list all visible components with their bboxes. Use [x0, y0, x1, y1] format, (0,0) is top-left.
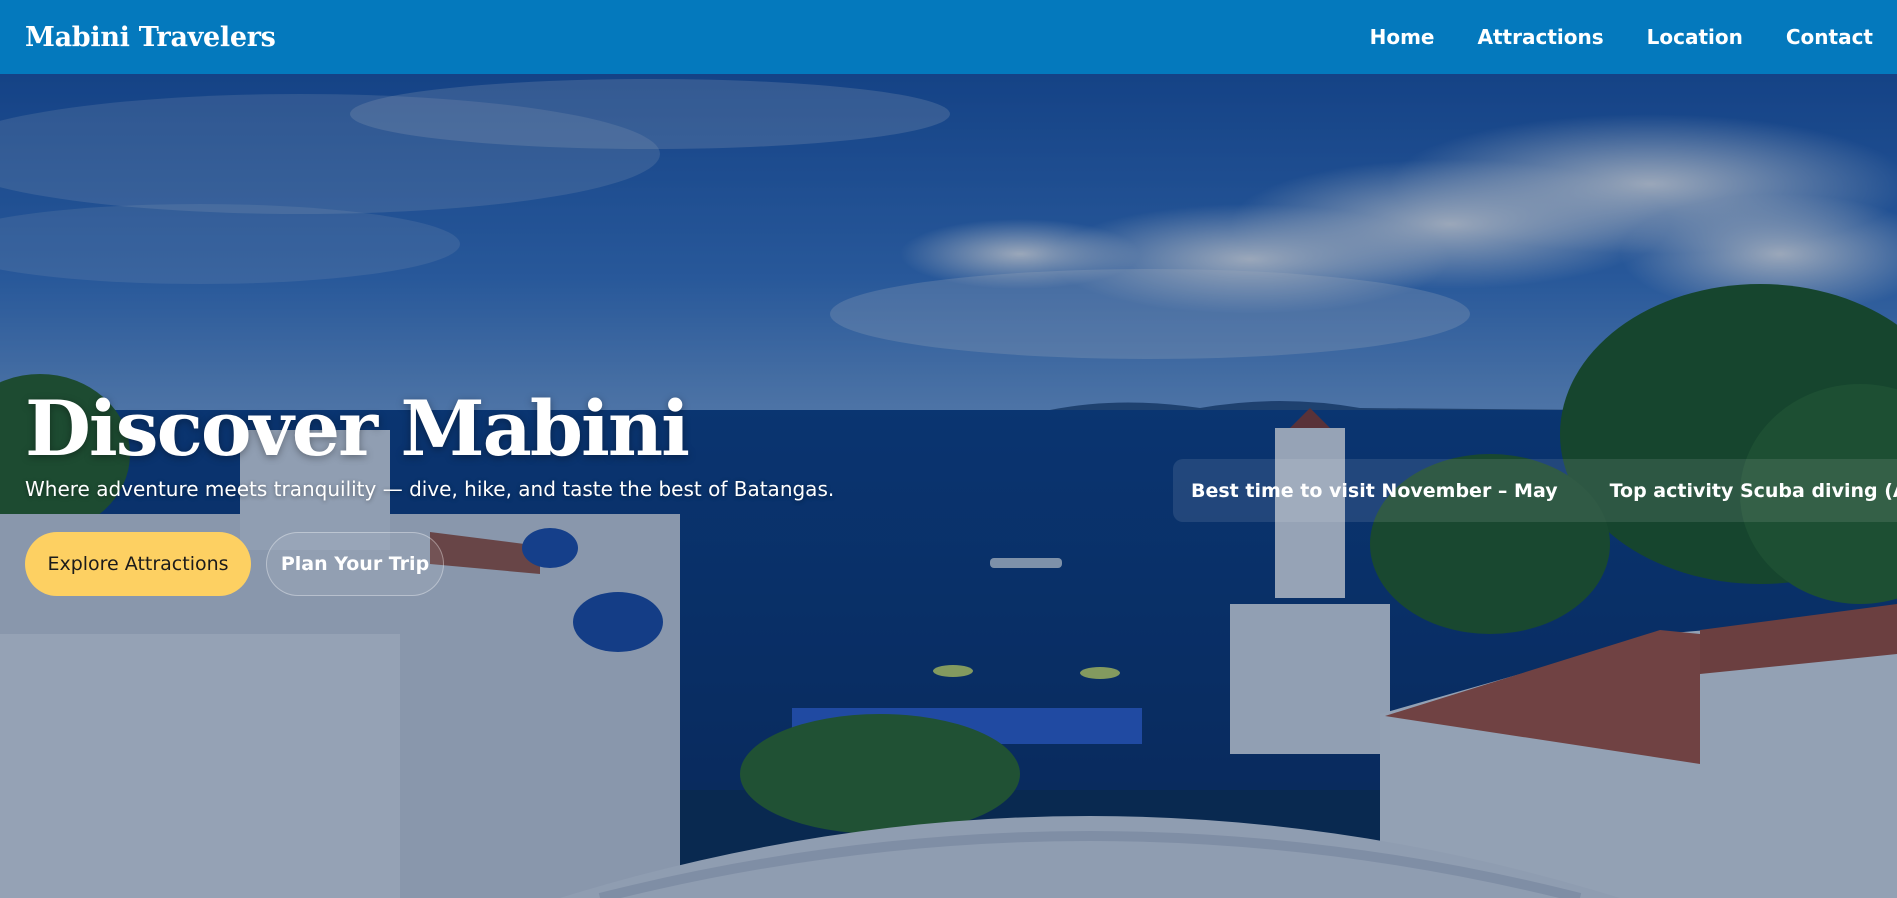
highlight-best-time: Best time to visit November – May: [1191, 479, 1558, 502]
site-header: Mabini Travelers Home Attractions Locati…: [0, 0, 1897, 74]
brand-logo[interactable]: Mabini Travelers: [25, 22, 276, 53]
nav-contact[interactable]: Contact: [1786, 25, 1873, 49]
main-nav: Home Attractions Location Contact: [1370, 25, 1873, 49]
hero-section: Discover Mabini Where adventure meets tr…: [0, 74, 1897, 898]
hero-subtitle: Where adventure meets tranquility — dive…: [25, 477, 835, 501]
plan-trip-button[interactable]: Plan Your Trip: [266, 532, 444, 596]
highlight-top-activity: Top activity Scuba diving (Anilao): [1609, 479, 1897, 502]
highlights-strip: Best time to visit November – May Top ac…: [1173, 459, 1897, 522]
nav-home[interactable]: Home: [1370, 25, 1435, 49]
nav-location[interactable]: Location: [1647, 25, 1743, 49]
hero-title: Discover Mabini: [25, 384, 690, 473]
explore-attractions-button[interactable]: Explore Attractions: [25, 532, 251, 596]
nav-attractions[interactable]: Attractions: [1478, 25, 1604, 49]
